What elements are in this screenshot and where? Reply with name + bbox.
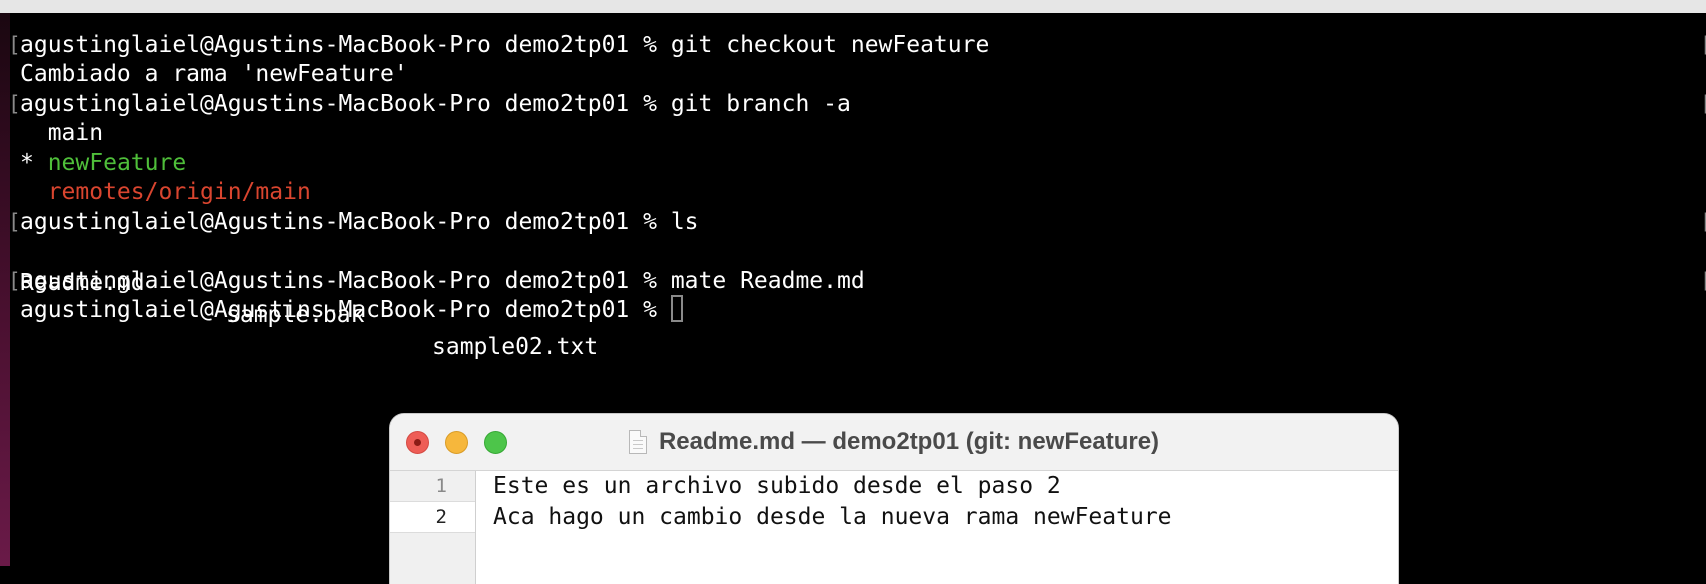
branch-line: main [20,117,103,149]
terminal-line: agustinglaiel@Agustins-MacBook-Pro demo2… [20,88,851,120]
top-window-edge [0,0,1706,13]
prompt-text: agustinglaiel@Agustins-MacBook-Pro demo2… [20,297,671,323]
current-branch-marker: * [20,150,48,176]
editor-titlebar[interactable]: Readme.md — demo2tp01 (git: newFeature) [390,414,1398,471]
editor-title: Readme.md — demo2tp01 (git: newFeature) [658,428,1160,455]
remote-branch-name: remotes/origin/main [20,179,311,205]
right-mark: [ [1700,206,1706,238]
prompt-text: agustinglaiel@Agustins-MacBook-Pro demo2… [20,32,671,58]
right-mark: [ [1700,265,1706,297]
text-cursor-icon [670,295,683,322]
editor-title-area: Readme.md — demo2tp01 (git: newFeature) [390,414,1398,470]
command-text: git branch -a [670,91,851,117]
branch-line-current: * newFeature [20,147,186,179]
command-text: mate Readme.md [670,268,865,294]
prompt-text: agustinglaiel@Agustins-MacBook-Pro demo2… [20,91,671,117]
output-text: Cambiado a rama 'newFeature' [20,61,408,87]
command-text: git checkout newFeature [670,32,990,58]
editor-line[interactable]: Aca hago un cambio desde la nueva rama n… [493,502,1172,533]
line-number-gutter: 1 2 [390,471,476,584]
prompt-mark: [ [8,92,21,116]
editor-window[interactable]: Readme.md — demo2tp01 (git: newFeature) … [390,414,1398,584]
current-branch-name: newFeature [47,150,187,176]
prompt-text: agustinglaiel@Agustins-MacBook-Pro demo2… [20,209,671,235]
terminal-output-line: Cambiado a rama 'newFeature' [20,58,408,90]
prompt-mark: [ [8,210,21,234]
file-sample02: sample02.txt [432,334,599,360]
right-mark: [ [1700,29,1706,61]
terminal-active-prompt[interactable]: agustinglaiel@Agustins-MacBook-Pro demo2… [20,294,683,326]
branch-line-remote: remotes/origin/main [20,176,311,208]
ls-output-line: Readme.md sample.bak sample02.txt [20,235,720,360]
prompt-mark: [ [8,33,21,57]
terminal-line: agustinglaiel@Agustins-MacBook-Pro demo2… [20,206,699,238]
line-number: 1 [390,471,475,502]
prompt-mark: [ [8,269,21,293]
branch-main: main [20,120,104,146]
terminal-line: agustinglaiel@Agustins-MacBook-Pro demo2… [20,29,989,61]
editor-line[interactable]: Este es un archivo subido desde el paso … [493,471,1061,502]
document-icon [628,430,647,454]
prompt-text: agustinglaiel@Agustins-MacBook-Pro demo2… [20,268,671,294]
terminal-line: agustinglaiel@Agustins-MacBook-Pro demo2… [20,265,865,297]
command-text: ls [670,209,699,235]
line-number-empty [390,533,475,564]
line-number-current: 2 [390,502,475,533]
right-mark: [ [1700,88,1706,120]
